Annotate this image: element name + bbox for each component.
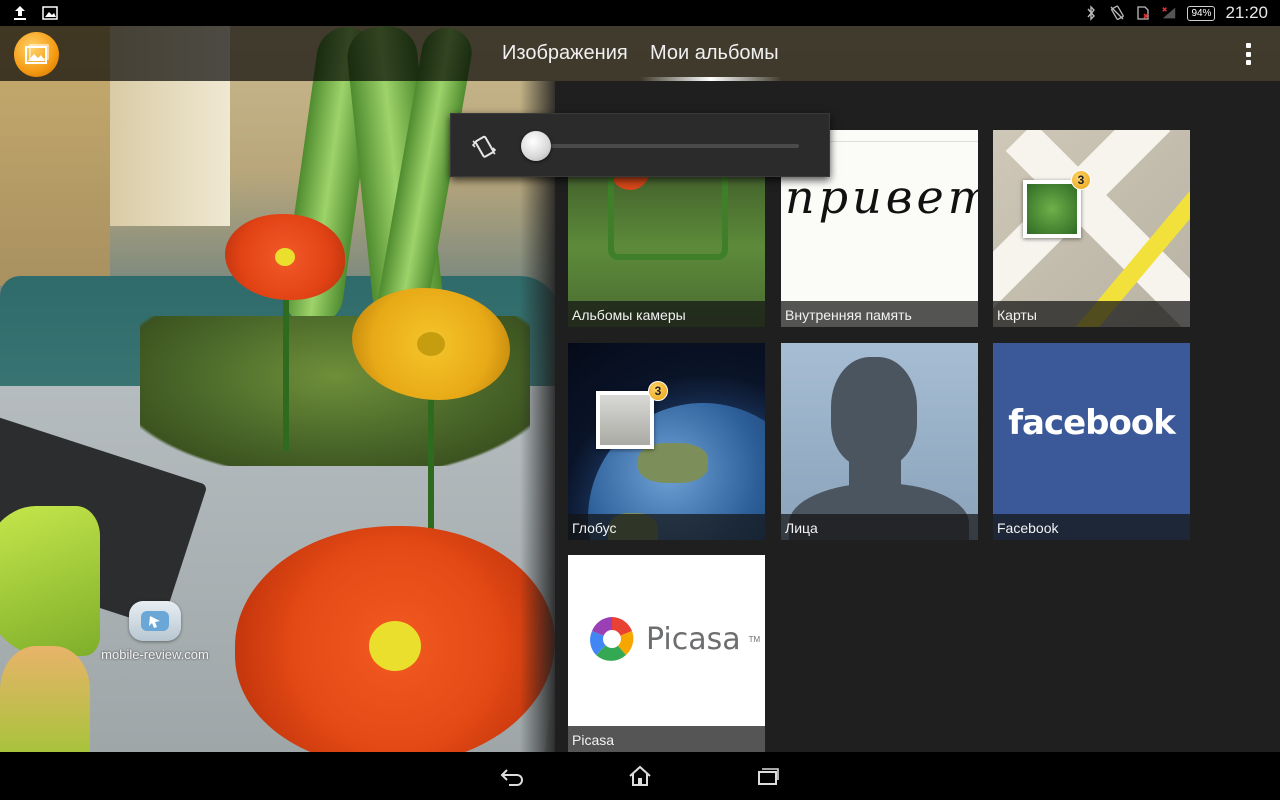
picasa-logo-text: Picasa	[646, 621, 741, 657]
clock: 21:20	[1225, 3, 1268, 22]
album-count-badge: 3	[1071, 170, 1091, 190]
album-maps[interactable]: 3 Карты	[993, 130, 1190, 327]
album-label: Альбомы камеры	[568, 301, 765, 327]
watermark-text: mobile-review.com	[101, 647, 209, 662]
panel-fade	[520, 81, 560, 752]
flower-red-large	[235, 526, 555, 752]
album-count-badge: 3	[648, 381, 668, 401]
vibrate-icon	[1109, 5, 1125, 21]
home-icon[interactable]	[626, 764, 654, 788]
bluetooth-icon	[1083, 5, 1099, 21]
gnome-body	[0, 646, 90, 752]
back-icon[interactable]	[498, 764, 526, 788]
album-globe[interactable]: 3 Глобус	[568, 343, 765, 540]
volume-popup	[450, 113, 830, 177]
globe-photo-pin	[596, 391, 654, 449]
picasa-pinwheel-icon	[590, 617, 634, 661]
album-label: Внутренняя память	[781, 301, 978, 327]
album-label: Карты	[993, 301, 1190, 327]
volume-slider-thumb[interactable]	[521, 131, 551, 161]
action-bar: Изображения Мои альбомы	[0, 26, 1280, 81]
album-faces[interactable]: Лица	[781, 343, 978, 540]
thumbnail-garden	[608, 170, 728, 260]
vibrate-icon[interactable]	[469, 132, 499, 162]
album-facebook[interactable]: facebook Facebook	[993, 343, 1190, 540]
thumbnail-handwriting: привет	[785, 170, 978, 224]
image-icon	[42, 5, 58, 21]
album-picasa[interactable]: Picasa TM Picasa	[568, 555, 765, 752]
gallery-app-icon[interactable]	[14, 32, 59, 77]
gnome-hat	[0, 506, 100, 656]
tab-my-albums[interactable]: Мои альбомы	[650, 42, 779, 65]
flower-stem	[283, 281, 289, 451]
volume-slider-track[interactable]	[535, 144, 799, 148]
watermark-logo-icon	[129, 601, 181, 641]
navigation-bar	[0, 752, 1280, 800]
map-photo-pin	[1023, 180, 1081, 238]
silhouette-head	[831, 357, 917, 467]
album-label: Глобус	[568, 514, 765, 540]
album-label: Лица	[781, 514, 978, 540]
sim-icon	[1135, 5, 1151, 21]
upload-icon	[12, 5, 28, 21]
picasa-logo: Picasa TM	[586, 613, 760, 665]
battery-indicator: 94%	[1187, 5, 1216, 21]
facebook-logo: facebook	[1008, 403, 1176, 443]
overflow-menu-icon[interactable]	[1236, 40, 1260, 68]
recents-icon[interactable]	[754, 764, 782, 788]
tab-images[interactable]: Изображения	[502, 42, 628, 65]
watermark: mobile-review.com	[100, 601, 210, 662]
album-label: Picasa	[568, 726, 765, 752]
album-label: Facebook	[993, 514, 1190, 540]
picasa-trademark: TM	[748, 634, 761, 644]
status-bar: 94% 21:20	[0, 0, 1280, 26]
signal-icon	[1161, 5, 1177, 21]
